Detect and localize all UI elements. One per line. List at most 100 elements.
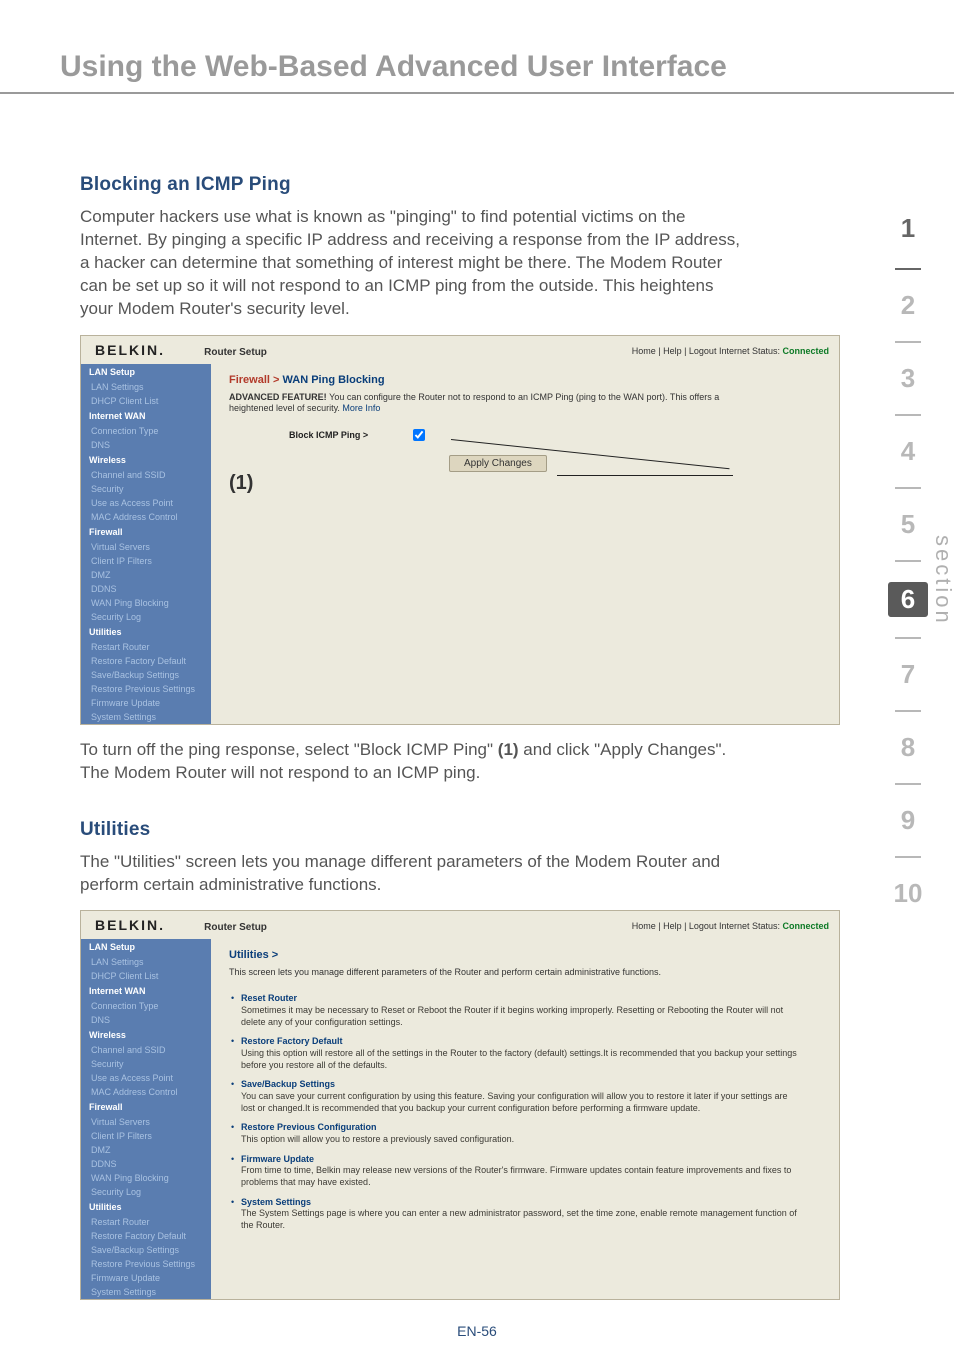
- nav-item[interactable]: Connection Type: [81, 424, 211, 438]
- nav-item[interactable]: DDNS: [81, 582, 211, 596]
- nav-item[interactable]: DHCP Client List: [81, 394, 211, 408]
- shot1-crumb-a: Firewall >: [229, 374, 283, 386]
- nav-item[interactable]: Client IP Filters: [81, 1129, 211, 1143]
- shot2-main: Utilities > This screen lets you manage …: [211, 939, 839, 1299]
- nav-heading[interactable]: Utilities: [81, 624, 211, 640]
- nav-item[interactable]: Restart Router: [81, 640, 211, 654]
- utility-item[interactable]: System SettingsThe System Settings page …: [241, 1197, 825, 1240]
- nav-heading[interactable]: Internet WAN: [81, 408, 211, 424]
- nav-heading[interactable]: Internet WAN: [81, 983, 211, 999]
- nav-item[interactable]: System Settings: [81, 1285, 211, 1299]
- nav-item[interactable]: Security Log: [81, 1185, 211, 1199]
- nav-item[interactable]: Save/Backup Settings: [81, 1243, 211, 1257]
- shot1-breadcrumb: Firewall > WAN Ping Blocking: [229, 374, 825, 386]
- nav-item[interactable]: Firmware Update: [81, 1271, 211, 1285]
- nav-item[interactable]: Restart Router: [81, 1215, 211, 1229]
- nav-item[interactable]: LAN Settings: [81, 380, 211, 394]
- nav-item[interactable]: MAC Address Control: [81, 1085, 211, 1099]
- tab-8[interactable]: 8: [888, 732, 928, 763]
- nav-item[interactable]: DHCP Client List: [81, 969, 211, 983]
- nav-heading[interactable]: Wireless: [81, 1027, 211, 1043]
- utility-item[interactable]: Save/Backup SettingsYou can save your cu…: [241, 1079, 825, 1122]
- nav-item[interactable]: Restore Previous Settings: [81, 1257, 211, 1271]
- nav-heading[interactable]: Firewall: [81, 524, 211, 540]
- tab-5[interactable]: 5: [888, 509, 928, 540]
- content-area: Blocking an ICMP Ping Computer hackers u…: [0, 174, 830, 1300]
- shot2-sidebar[interactable]: LAN SetupLAN SettingsDHCP Client ListInt…: [81, 939, 211, 1299]
- apply-changes-button[interactable]: Apply Changes: [449, 455, 547, 472]
- nav-item[interactable]: Restore Previous Settings: [81, 682, 211, 696]
- tab-1[interactable]: 1: [888, 213, 928, 244]
- nav-heading[interactable]: Wireless: [81, 452, 211, 468]
- tab-6-active[interactable]: 6: [888, 582, 928, 617]
- shot1-desc-strong: ADVANCED FEATURE!: [229, 392, 329, 402]
- shot1-body: LAN SetupLAN SettingsDHCP Client ListInt…: [81, 364, 839, 724]
- nav-item[interactable]: Save/Backup Settings: [81, 668, 211, 682]
- nav-item[interactable]: Channel and SSID: [81, 1043, 211, 1057]
- utility-item[interactable]: Restore Previous ConfigurationThis optio…: [241, 1122, 825, 1153]
- block-icmp-checkbox[interactable]: [413, 429, 425, 441]
- nav-item[interactable]: Firmware Update: [81, 696, 211, 710]
- nav-item[interactable]: DMZ: [81, 568, 211, 582]
- topbar-links[interactable]: Home | Help | Logout Internet Status:: [632, 346, 783, 356]
- nav-item[interactable]: WAN Ping Blocking: [81, 596, 211, 610]
- nav-heading[interactable]: Firewall: [81, 1099, 211, 1115]
- callout-1-label: (1): [229, 472, 825, 495]
- topbar-links-2[interactable]: Home | Help | Logout Internet Status:: [632, 921, 783, 931]
- shot2-logo-wrap: BELKIN. Router Setup: [95, 917, 267, 935]
- after-shot1-bold: (1): [498, 740, 519, 759]
- nav-heading[interactable]: LAN Setup: [81, 364, 211, 380]
- tab-9[interactable]: 9: [888, 805, 928, 836]
- shot2-intro: This screen lets you manage different pa…: [229, 967, 789, 979]
- nav-item[interactable]: Channel and SSID: [81, 468, 211, 482]
- tab-4[interactable]: 4: [888, 436, 928, 467]
- nav-item[interactable]: Use as Access Point: [81, 1071, 211, 1085]
- tab-div-1: [895, 268, 921, 270]
- utility-item[interactable]: Firmware UpdateFrom time to time, Belkin…: [241, 1154, 825, 1197]
- tab-7[interactable]: 7: [888, 659, 928, 690]
- nav-item[interactable]: Connection Type: [81, 999, 211, 1013]
- page-number: EN-56: [0, 1323, 954, 1339]
- utility-item-desc: You can save your current configuration …: [241, 1091, 801, 1114]
- nav-item[interactable]: WAN Ping Blocking: [81, 1171, 211, 1185]
- tab-div-8: [895, 783, 921, 785]
- nav-item[interactable]: LAN Settings: [81, 955, 211, 969]
- utilities-list: Reset RouterSometimes it may be necessar…: [229, 993, 825, 1240]
- tab-div-6: [895, 637, 921, 639]
- more-info-link[interactable]: More Info: [342, 403, 380, 413]
- screenshot-utilities: BELKIN. Router Setup Home | Help | Logou…: [80, 910, 840, 1300]
- nav-heading[interactable]: Utilities: [81, 1199, 211, 1215]
- nav-item[interactable]: Restore Factory Default: [81, 1229, 211, 1243]
- nav-item[interactable]: Security Log: [81, 610, 211, 624]
- utility-item[interactable]: Reset RouterSometimes it may be necessar…: [241, 993, 825, 1036]
- nav-item[interactable]: Virtual Servers: [81, 540, 211, 554]
- nav-item[interactable]: DMZ: [81, 1143, 211, 1157]
- nav-item[interactable]: DNS: [81, 438, 211, 452]
- nav-item[interactable]: System Settings: [81, 710, 211, 724]
- nav-item[interactable]: Security: [81, 482, 211, 496]
- nav-item[interactable]: Restore Factory Default: [81, 654, 211, 668]
- nav-item[interactable]: Security: [81, 1057, 211, 1071]
- tab-3[interactable]: 3: [888, 363, 928, 394]
- block-icmp-row: Block ICMP Ping >: [229, 429, 825, 441]
- nav-item[interactable]: Client IP Filters: [81, 554, 211, 568]
- shot1-sidebar[interactable]: LAN SetupLAN SettingsDHCP Client ListInt…: [81, 364, 211, 724]
- nav-item[interactable]: DDNS: [81, 1157, 211, 1171]
- nav-item[interactable]: Use as Access Point: [81, 496, 211, 510]
- nav-heading[interactable]: LAN Setup: [81, 939, 211, 955]
- logo-dot: .: [159, 342, 165, 358]
- utility-item-desc: This option will allow you to restore a …: [241, 1134, 801, 1146]
- nav-item[interactable]: Virtual Servers: [81, 1115, 211, 1129]
- nav-item[interactable]: DNS: [81, 1013, 211, 1027]
- utility-item-desc: The System Settings page is where you ca…: [241, 1208, 801, 1231]
- tab-10[interactable]: 10: [888, 878, 928, 909]
- utility-item-title: Restore Factory Default: [241, 1036, 825, 1048]
- tab-2[interactable]: 2: [888, 290, 928, 321]
- nav-item[interactable]: MAC Address Control: [81, 510, 211, 524]
- utility-item[interactable]: Restore Factory DefaultUsing this option…: [241, 1036, 825, 1079]
- shot1-desc: ADVANCED FEATURE! You can configure the …: [229, 392, 739, 415]
- utility-item-desc: From time to time, Belkin may release ne…: [241, 1165, 801, 1188]
- side-tabs: 1 2 3 4 5 6 7 8 9 10 section: [888, 213, 928, 929]
- page-root: Using the Web-Based Advanced User Interf…: [0, 0, 954, 1300]
- after-shot1-t1: To turn off the ping response, select "B…: [80, 740, 498, 759]
